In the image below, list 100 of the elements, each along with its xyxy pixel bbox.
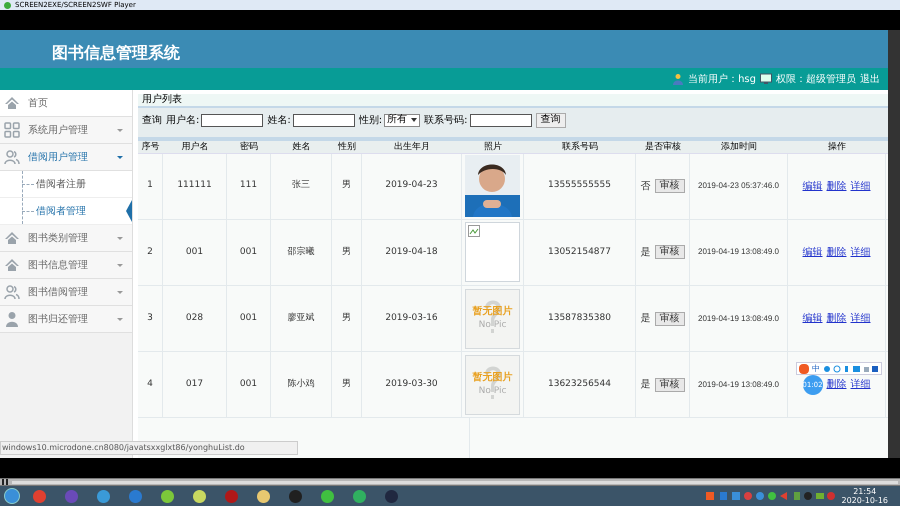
sidebar-item[interactable]: 图书类别管理 [0, 225, 132, 252]
action-link[interactable]: 详细 [850, 244, 870, 260]
table-cell: 2019-04-19 13:08:49.0 [690, 220, 788, 286]
users-icon [4, 149, 20, 165]
caret-icon [116, 234, 124, 242]
status-url: windows10.microdone.cn8080/javatsxxglxt86/yonghuList.do [0, 441, 298, 455]
action-link[interactable]: 编辑 [802, 178, 822, 194]
column-header: 出生年月 [393, 140, 431, 153]
table-cell: 1 [138, 154, 163, 219]
action-link[interactable]: 删除 [826, 244, 846, 260]
table-cell: 男 [332, 352, 362, 418]
monitor-icon [760, 73, 772, 85]
table-cell: 男 [332, 286, 362, 352]
table-cell: 邵宗曦 [271, 220, 332, 286]
field-label: 性别: [358, 114, 382, 128]
column-header: 性别 [336, 140, 357, 153]
table-cell: 男 [332, 154, 362, 219]
column-header: 用户名 [180, 140, 210, 153]
no-image-text: 暂无图片 [472, 373, 512, 384]
table-cell: 028 [163, 286, 227, 352]
search-button[interactable]: 查询 [536, 112, 566, 128]
action-link[interactable]: 删除 [826, 178, 846, 194]
search-field[interactable] [470, 114, 532, 127]
start-button[interactable] [4, 488, 20, 504]
action-link[interactable]: 详细 [850, 377, 870, 392]
app-title: 图书信息管理系统 [52, 42, 180, 64]
home-icon [4, 257, 20, 273]
table-cell: 13555555555 [524, 154, 636, 219]
approve-button[interactable]: 审核 [654, 245, 684, 260]
gender-select[interactable]: 所有 [384, 114, 420, 127]
no-pic-text: No Pic [478, 387, 506, 396]
table-cell: 111 [227, 154, 271, 219]
action-link[interactable]: 详细 [850, 178, 870, 194]
column-header: 序号 [140, 140, 160, 153]
app-icon [4, 2, 11, 8]
action-link[interactable]: 删除 [826, 377, 846, 392]
sidebar-subitem[interactable]: 借阅者注册 [0, 171, 132, 198]
dropdown-caret-icon [411, 117, 418, 124]
sidebar-item[interactable]: 借阅用户管理 [0, 144, 132, 171]
column-header: 姓名 [292, 140, 312, 153]
field-label: 姓名: [267, 114, 291, 128]
table-cell: 001 [227, 286, 271, 352]
clock-date: 2020-10-16 [842, 496, 888, 505]
sidebar-subitem[interactable]: 借阅者管理 [0, 198, 132, 225]
approval-status: 否 [640, 180, 650, 194]
table-cell: 2019-04-23 [362, 154, 462, 219]
sidebar-item[interactable]: 图书借阅管理 [0, 279, 132, 306]
sidebar-item[interactable]: 首页 [0, 90, 132, 117]
action-link[interactable]: 编辑 [802, 311, 822, 326]
table-cell: 13052154877 [524, 220, 636, 286]
ime-logo-icon [799, 364, 809, 374]
approve-button[interactable]: 审核 [654, 312, 684, 326]
action-link[interactable]: 编辑 [802, 244, 822, 260]
caret-icon [116, 126, 124, 134]
approval-status: 是 [640, 246, 650, 260]
search-field[interactable] [292, 114, 355, 127]
ime-mode: 中 [812, 364, 820, 372]
approval-status: 是 [640, 312, 650, 326]
person-icon [4, 311, 20, 327]
action-link[interactable]: 删除 [826, 311, 846, 326]
table-cell: 001 [227, 352, 271, 418]
search-label: 查询 [142, 114, 162, 128]
grid-icon [4, 122, 20, 138]
table-cell: 13623256544 [524, 352, 636, 418]
approve-button[interactable]: 审核 [654, 179, 684, 194]
caret-icon [116, 315, 124, 323]
table-cell: 陈小鸡 [271, 352, 332, 418]
current-user: 当前用户：hsg [688, 72, 756, 86]
no-pic-text: No Pic [478, 321, 506, 330]
broken-image-icon [468, 225, 480, 238]
caret-icon [116, 261, 124, 269]
panel-title: 用户列表 [142, 94, 182, 105]
user-icon [672, 73, 684, 85]
column-header: 照片 [483, 140, 503, 153]
search-field[interactable] [201, 114, 264, 127]
table-cell: 2019-04-19 13:08:49.0 [690, 352, 788, 418]
table-cell: 2019-03-30 [362, 352, 462, 418]
column-header: 操作 [827, 140, 847, 153]
pause-icon[interactable] [2, 479, 8, 485]
user-role: 权限：超级管理员 [776, 72, 856, 86]
action-link[interactable]: 详细 [850, 311, 870, 326]
table-cell: 廖亚斌 [271, 286, 332, 352]
column-header: 是否审核 [644, 140, 682, 153]
clock-time: 21:54 [853, 487, 876, 496]
sidebar-item[interactable]: 图书归还管理 [0, 306, 132, 333]
approval-status: 是 [640, 378, 650, 392]
table-cell: 111111 [163, 154, 227, 219]
ime-tools-drawing [823, 364, 879, 372]
caret-icon [116, 288, 124, 296]
table-cell: 2019-04-18 [362, 220, 462, 286]
sidebar-item[interactable]: 图书信息管理 [0, 252, 132, 279]
table-cell: 2019-03-16 [362, 286, 462, 352]
column-header: 联系号码 [561, 140, 599, 153]
field-label: 联系号码: [424, 114, 468, 128]
home-icon [4, 95, 20, 111]
table-cell: 男 [332, 220, 362, 286]
users-icon [4, 284, 20, 300]
sidebar-item[interactable]: 系统用户管理 [0, 117, 132, 144]
table-cell: 2019-04-19 13:08:49.0 [690, 286, 788, 352]
approve-button[interactable]: 审核 [654, 378, 684, 392]
